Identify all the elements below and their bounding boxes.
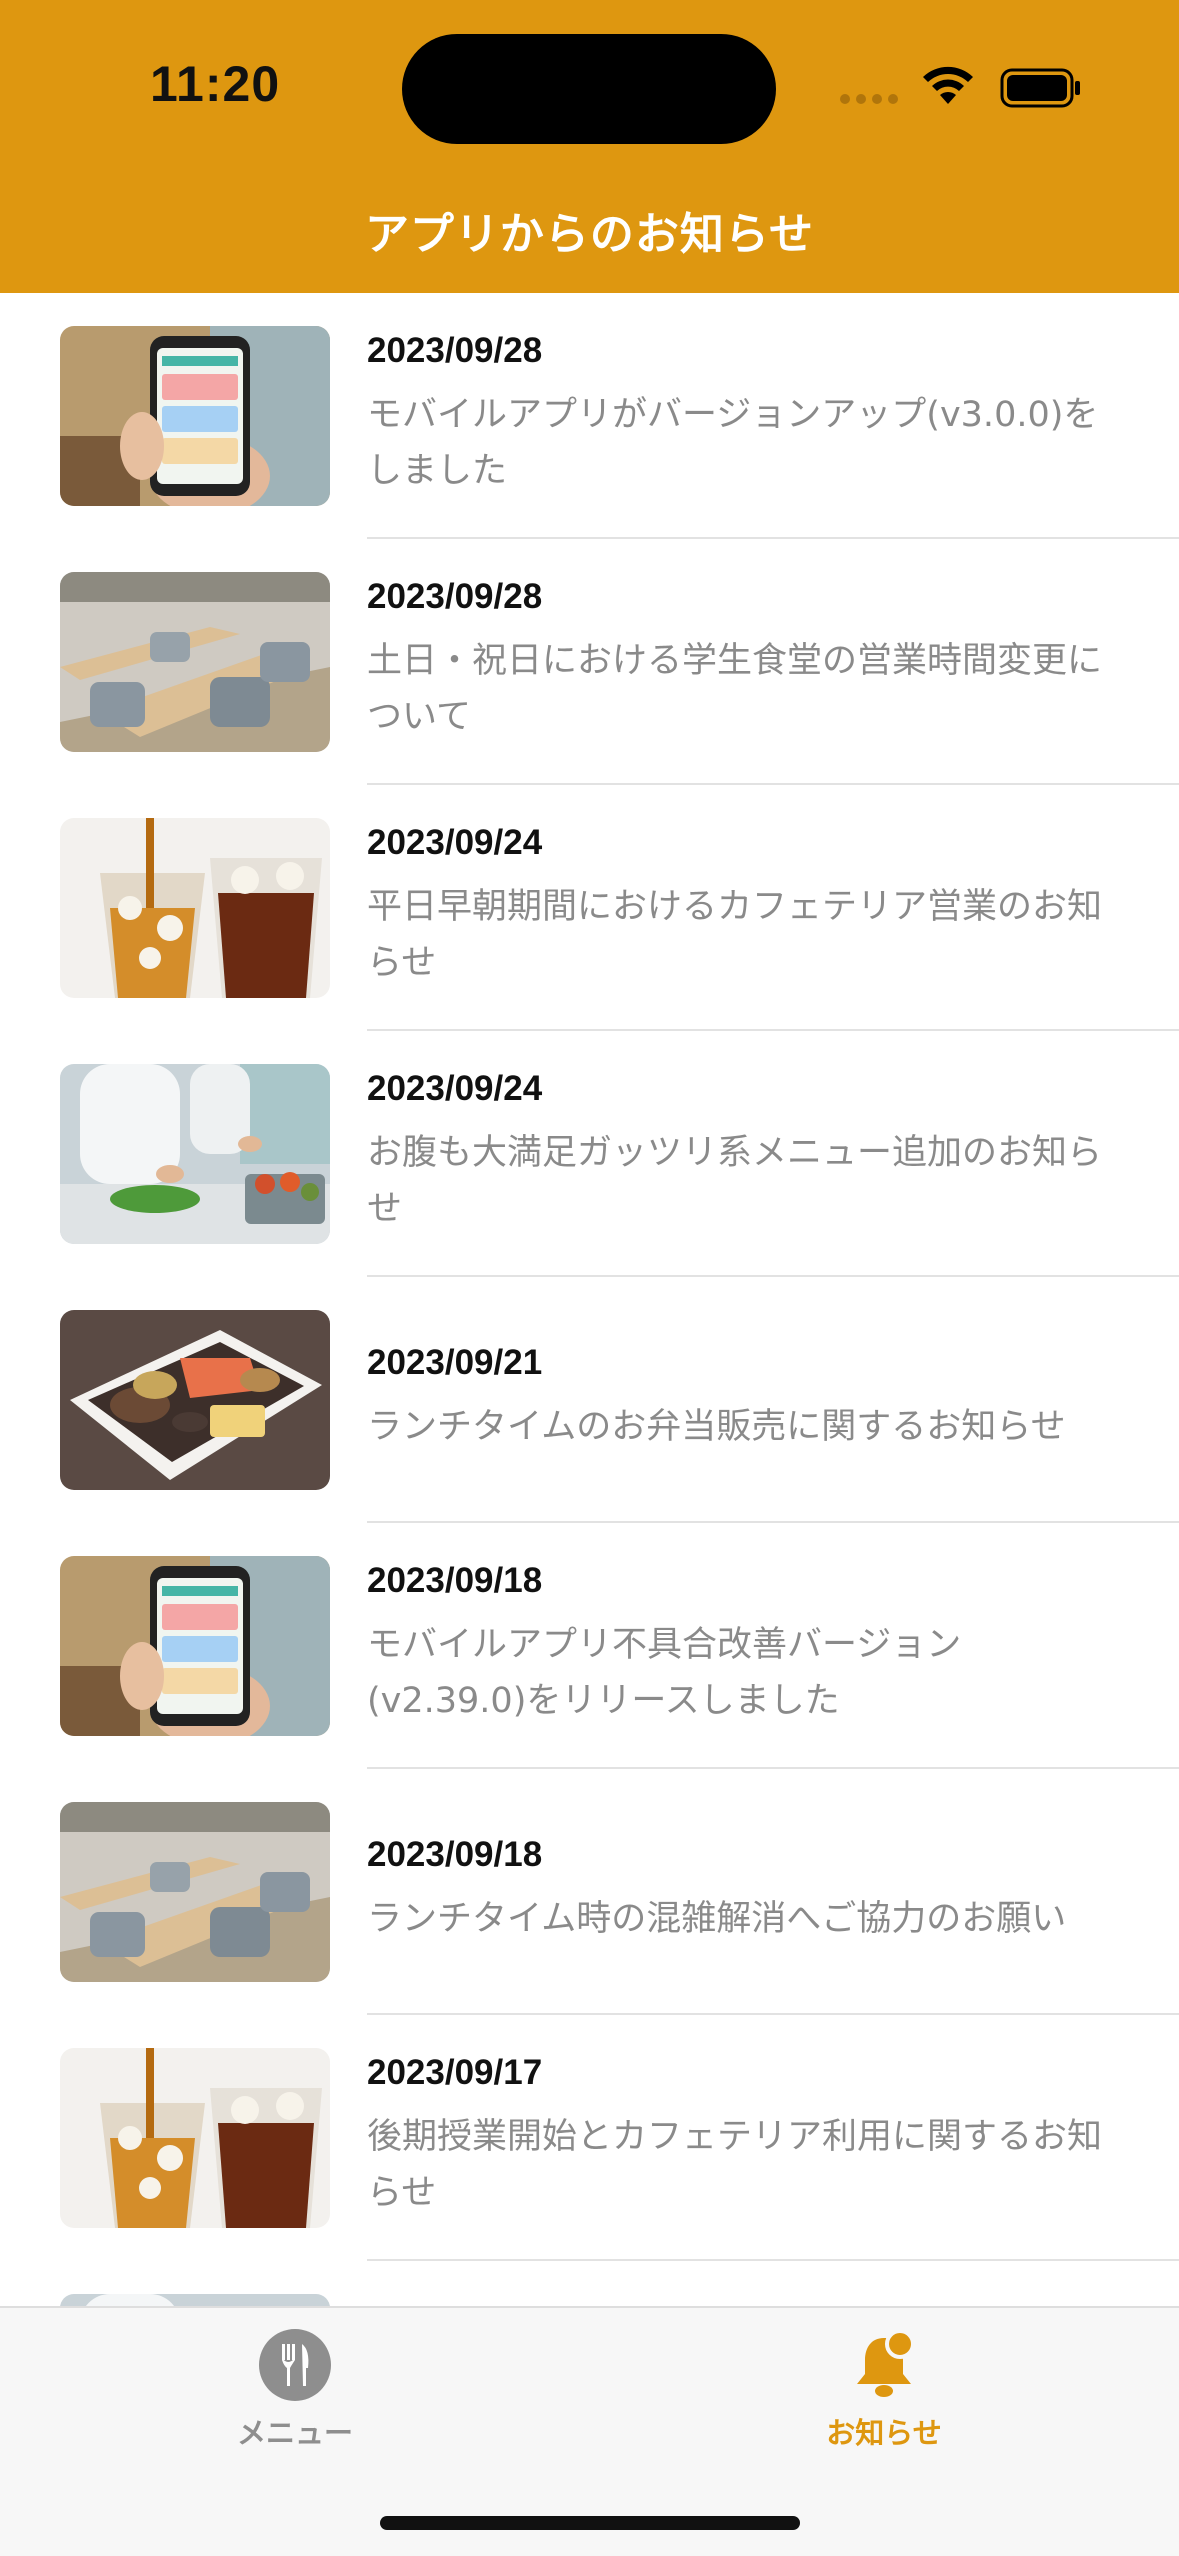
cafeteria-tables-image	[60, 1802, 330, 1982]
notice-date: 2023/09/18	[367, 1561, 543, 1600]
notice-row[interactable]: 2023/09/18 ランチタイム時の混雑解消へご協力のお願い	[0, 1769, 1179, 2015]
header-bar: 11:20 アプリからのお知らせ	[0, 0, 1179, 293]
cafeteria-tables-image	[60, 572, 330, 752]
battery-icon	[1000, 68, 1080, 108]
notice-row[interactable]: 2023/09/18 モバイルアプリ不具合改善バージョン(v2.39.0)をリリ…	[0, 1523, 1179, 1769]
notice-title: モバイルアプリ不具合改善バージョン(v2.39.0)をリリースしました	[367, 1625, 962, 1721]
app-screen: 11:20 アプリからのお知らせ 2023/09/28 モバイルアプリがバージョ…	[0, 0, 1179, 2556]
tab-news[interactable]: お知らせ	[764, 2328, 1004, 2478]
iced-drinks-image	[60, 2048, 330, 2228]
wifi-icon	[923, 66, 973, 104]
notice-row[interactable]: 2023/09/28 土日・祝日における学生食堂の営業時間変更について	[0, 539, 1179, 785]
page-title: アプリからのお知らせ	[364, 209, 815, 260]
signal-dots-icon	[840, 94, 898, 104]
tab-news-label: お知らせ	[826, 2416, 942, 2450]
notice-title: ランチタイム時の混雑解消へご協力のお願い	[367, 1899, 1067, 1939]
notice-date: 2023/09/28	[367, 577, 543, 616]
notice-title: お腹も大満足ガッツリ系メニュー追加のお知らせ	[367, 1133, 1103, 1229]
notice-title: ランチタイムのお弁当販売に関するお知らせ	[367, 1407, 1066, 1447]
notice-date: 2023/09/24	[367, 823, 543, 862]
bento-box-image	[60, 1310, 330, 1490]
notice-row[interactable]: 2023/09/28 モバイルアプリがバージョンアップ(v3.0.0)をしました	[0, 293, 1179, 539]
kitchen-cooking-image	[60, 1064, 330, 1244]
notice-title: モバイルアプリがバージョンアップ(v3.0.0)をしました	[367, 395, 1099, 491]
notice-title: 平日早朝期間におけるカフェテリア営業のお知らせ	[367, 887, 1103, 983]
phone-order-image	[60, 1556, 330, 1736]
bell-icon	[857, 2329, 915, 2397]
notice-row[interactable]: 2023/09/24 お腹も大満足ガッツリ系メニュー追加のお知らせ	[0, 1031, 1179, 1277]
notice-date: 2023/09/21	[367, 1343, 543, 1382]
notice-date: 2023/09/24	[367, 1069, 543, 1108]
notice-title: 後期授業開始とカフェテリア利用に関するお知らせ	[367, 2117, 1103, 2213]
phone-order-image	[60, 326, 330, 506]
tab-menu-label: メニュー	[236, 2416, 353, 2450]
notice-date: 2023/09/18	[367, 1835, 543, 1874]
tab-menu[interactable]: メニュー	[175, 2328, 415, 2478]
status-icons	[840, 60, 1090, 110]
fork-knife-icon	[259, 2329, 331, 2401]
notice-title: 土日・祝日における学生食堂の営業時間変更について	[367, 641, 1103, 737]
notice-row[interactable]: 2023/09/21 ランチタイムのお弁当販売に関するお知らせ	[0, 1277, 1179, 1523]
notice-list[interactable]: 2023/09/28 モバイルアプリがバージョンアップ(v3.0.0)をしました	[0, 293, 1179, 2507]
notice-date: 2023/09/28	[367, 331, 543, 370]
iced-drinks-image	[60, 818, 330, 998]
dynamic-island	[402, 34, 776, 144]
status-time: 11:20	[150, 56, 281, 112]
notice-date: 2023/09/17	[367, 2053, 543, 2092]
notice-row[interactable]: 2023/09/24 平日早朝期間におけるカフェテリア営業のお知らせ	[0, 785, 1179, 1031]
notice-row[interactable]: 2023/09/17 後期授業開始とカフェテリア利用に関するお知らせ	[0, 2015, 1179, 2261]
home-indicator[interactable]	[380, 2516, 800, 2530]
